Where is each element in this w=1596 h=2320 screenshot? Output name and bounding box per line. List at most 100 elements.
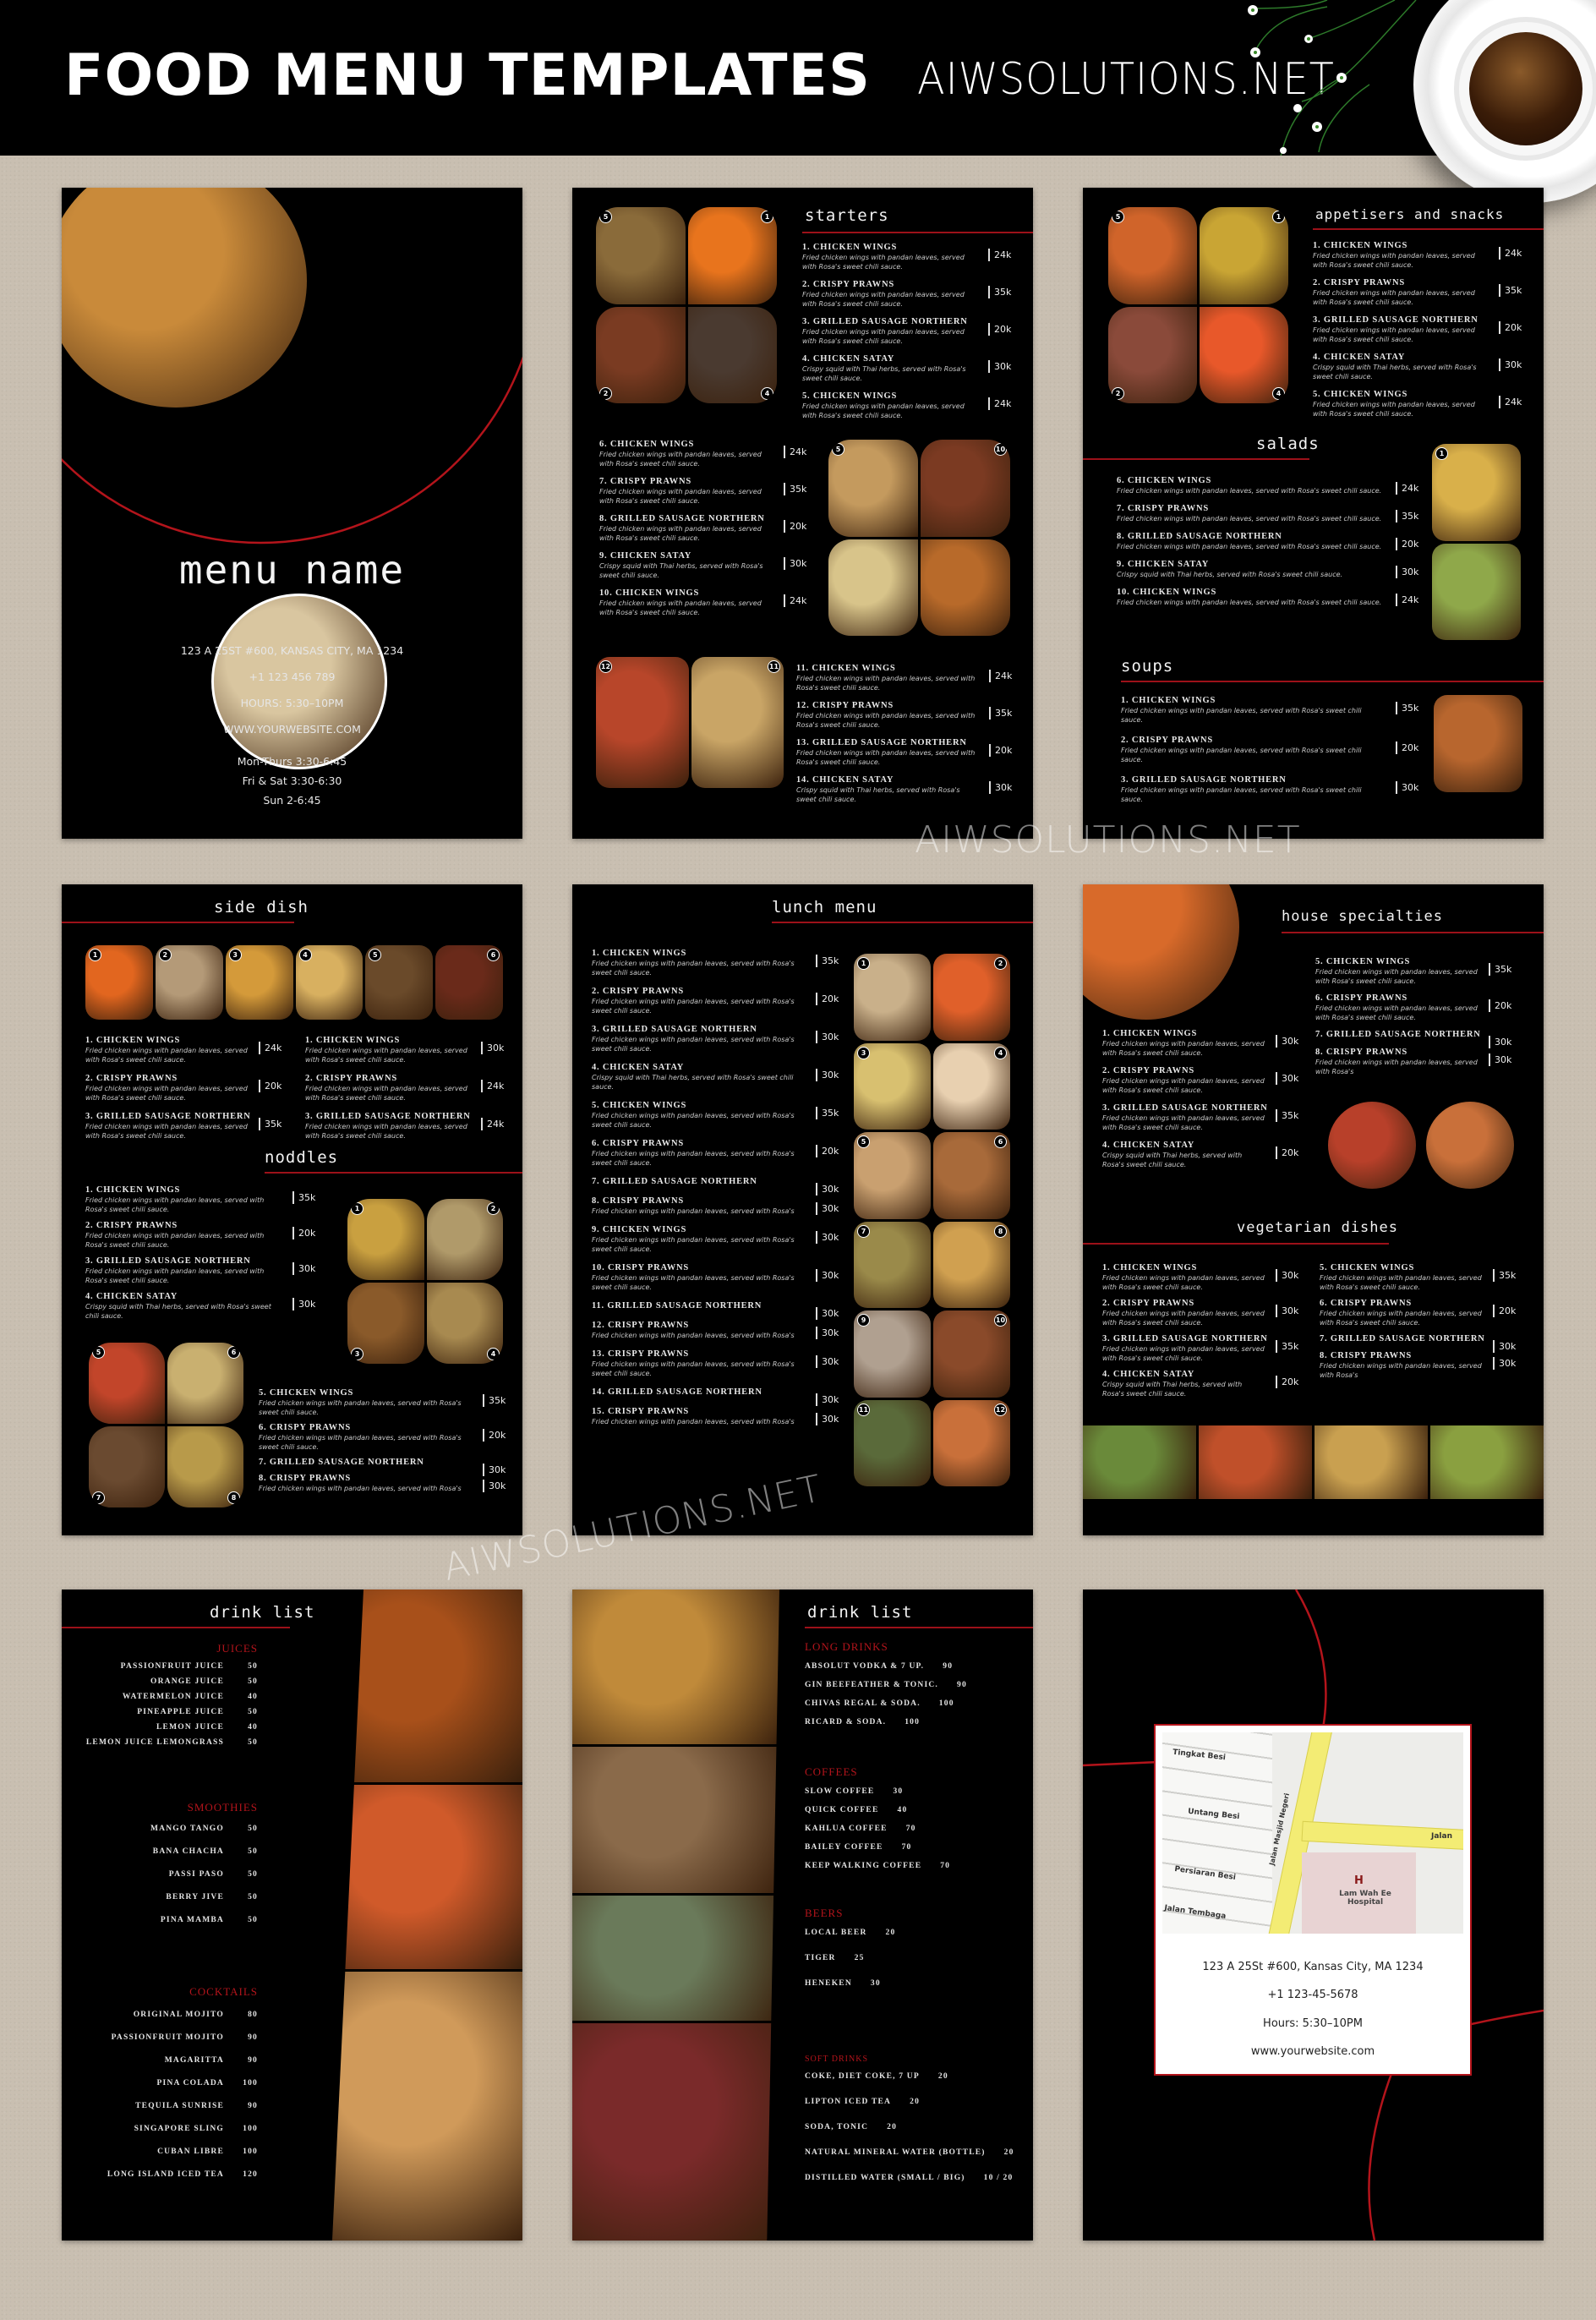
section-heading-house: house specialties bbox=[1282, 908, 1443, 925]
appetisers-page: 5 1 2 4 appetisers and snacks 1. CHICKEN WI… bbox=[1083, 188, 1544, 839]
drink-item: PASSI PASO 50 bbox=[150, 1870, 258, 1893]
drink-section-beers: BEERS LOCAL BEER 20 TIGER 25 HENEKEN 30 bbox=[805, 1907, 895, 2005]
drink-item: WATERMELON JUICE 40 bbox=[86, 1693, 258, 1708]
item-description: Fried chicken wings with pandan leaves, … bbox=[85, 1085, 248, 1102]
menu-item: 6. CRISPY PRAWNS Fried chicken wings with… bbox=[1315, 993, 1522, 1022]
location-map[interactable]: Tingkat Besi Untang Besi Persiaran Besi … bbox=[1162, 1732, 1463, 1934]
drink-item: TIGER 25 bbox=[805, 1954, 895, 1979]
drink-section-soft-drinks: SOFT DRINKS COKE, DIET COKE, 7 UP 20 LIPTO… bbox=[805, 2055, 1014, 2199]
drink-price: 90 bbox=[248, 2033, 258, 2042]
item-description: Fried chicken wings with pandan leaves, … bbox=[1121, 747, 1362, 763]
drink-item: COKE, DIET COKE, 7 UP 20 bbox=[805, 2072, 1014, 2098]
house-specialties-page: house specialties 5. CHICKEN WINGS Fried … bbox=[1083, 884, 1544, 1535]
contact-card: Tingkat Besi Untang Besi Persiaran Besi … bbox=[1154, 1724, 1472, 2076]
drink-name: COKE, DIET COKE, 7 UP bbox=[805, 2072, 920, 2081]
drink-item: PASSIONFRUIT JUICE 50 bbox=[86, 1662, 258, 1677]
heading-divider bbox=[1121, 681, 1544, 682]
food-photo: 3 bbox=[225, 945, 293, 1020]
item-name: 1. CHICKEN WINGS bbox=[592, 949, 687, 958]
menu-item: 5. CHICKEN WINGS Fried chicken wings with… bbox=[592, 1100, 850, 1130]
item-name: 5. CHICKEN WINGS bbox=[259, 1388, 354, 1398]
item-price: 20k bbox=[1489, 999, 1517, 1012]
drink-name: CHIVAS REGAL & SODA. bbox=[805, 1699, 921, 1708]
item-name: 1. CHICKEN WINGS bbox=[1313, 241, 1408, 250]
menu-item: 7. CRISPY PRAWNS Fried chicken wings with… bbox=[1117, 503, 1429, 523]
drink-item: DISTILLED WATER (SMALL / BIG) 10 / 20 bbox=[805, 2174, 1014, 2199]
drink-name: SODA, TONIC bbox=[805, 2123, 869, 2131]
food-photo bbox=[1199, 1425, 1312, 1499]
photo-number-badge: 12 bbox=[599, 660, 612, 673]
heading-divider bbox=[1313, 228, 1544, 230]
item-description: Fried chicken wings with pandan leaves, … bbox=[305, 1085, 467, 1102]
item-description: Fried chicken wings with pandan leaves, … bbox=[1117, 599, 1382, 606]
flower-branch-icon bbox=[1248, 0, 1417, 156]
item-name: 14. GRILLED SAUSAGE NORTHERN bbox=[592, 1387, 762, 1397]
food-photo bbox=[572, 1590, 779, 1744]
drink-price: 40 bbox=[248, 1723, 258, 1732]
item-description: Fried chicken wings with pandan leaves, … bbox=[1121, 707, 1362, 724]
item-description: Fried chicken wings with pandan leaves, … bbox=[802, 402, 965, 419]
photo-number-badge: 6 bbox=[487, 949, 500, 961]
drink-item: MANGO TANGO 50 bbox=[150, 1825, 258, 1847]
menu-item: 5. CHICKEN WINGS Fried chicken wings with… bbox=[1320, 1262, 1527, 1292]
food-photo: 11 bbox=[691, 657, 784, 788]
photo-number-badge: 4 bbox=[994, 1046, 1007, 1059]
drink-price: 30 bbox=[870, 1979, 881, 1988]
photo-number-badge: 11 bbox=[857, 1403, 870, 1416]
item-name: 3. GRILLED SAUSAGE NORTHERN bbox=[1102, 1334, 1268, 1343]
item-price: 30k bbox=[1489, 1053, 1517, 1066]
item-price: 35k bbox=[1276, 1340, 1304, 1353]
food-photo: 10 bbox=[921, 440, 1010, 537]
item-price: 35k bbox=[1396, 510, 1424, 523]
photo-strip: 1 2 3 4 5 6 bbox=[85, 945, 503, 1020]
item-name: 5. CHICKEN WINGS bbox=[1320, 1263, 1415, 1272]
menu-item: 14. GRILLED SAUSAGE NORTHERN 30k bbox=[592, 1387, 850, 1406]
drink-name: TIGER bbox=[805, 1954, 836, 1962]
menu-item-list: 1. CHICKEN WINGS Fried chicken wings with… bbox=[1313, 240, 1533, 419]
drink-section-heading: LONG DRINKS bbox=[805, 1640, 888, 1653]
drink-name: MAGARITTA bbox=[164, 2056, 224, 2065]
photo-number-badge: 12 bbox=[994, 1403, 1007, 1416]
menu-item: 3. GRILLED SAUSAGE NORTHERN Fried chicken… bbox=[1313, 315, 1533, 344]
cover-schedule-line: Fri & Sat 3:30-6:30 bbox=[242, 774, 342, 787]
drink-price: 40 bbox=[248, 1693, 258, 1701]
item-description: Fried chicken wings with pandan leaves, … bbox=[592, 960, 795, 977]
food-photo: 6 bbox=[933, 1132, 1010, 1219]
photo-number-badge: 8 bbox=[227, 1491, 240, 1504]
photo-strip bbox=[1083, 1425, 1544, 1499]
menu-item: 4. CHICKEN SATAY Crispy squid with Thai h… bbox=[85, 1291, 326, 1321]
item-name: 12. CRISPY PRAWNS bbox=[796, 701, 894, 710]
item-description: Fried chicken wings with pandan leaves, … bbox=[1320, 1274, 1482, 1291]
item-description: Fried chicken wings with pandan leaves, … bbox=[1313, 401, 1475, 418]
item-description: Fried chicken wings with pandan leaves, … bbox=[1102, 1274, 1265, 1291]
drink-item: KEEP WALKING COFFEE 70 bbox=[805, 1862, 950, 1880]
food-photo: 7 bbox=[89, 1426, 165, 1507]
menu-item: 2. CRISPY PRAWNS Fried chicken wings with… bbox=[1102, 1298, 1309, 1327]
item-price: 35k bbox=[1396, 702, 1424, 714]
menu-cover-page: Menu name 123 A 25ST #600, KANSAS CITY, … bbox=[62, 188, 522, 839]
drink-price: 50 bbox=[248, 1662, 258, 1671]
photo-number-badge: 5 bbox=[92, 1346, 105, 1359]
item-price: 20k bbox=[483, 1429, 511, 1442]
item-price: 30k bbox=[481, 1042, 510, 1054]
menu-item: 5. CHICKEN WINGS Fried chicken wings with… bbox=[1315, 956, 1522, 986]
item-name: 11. CHICKEN WINGS bbox=[796, 664, 896, 673]
item-name: 3. GRILLED SAUSAGE NORTHERN bbox=[305, 1112, 471, 1121]
item-description: Fried chicken wings with pandan leaves, … bbox=[1320, 1362, 1482, 1379]
item-name: 11. GRILLED SAUSAGE NORTHERN bbox=[592, 1301, 762, 1310]
menu-item: 4. CHICKEN SATAY Crispy squid with Thai h… bbox=[1102, 1369, 1309, 1398]
food-photo: 5 bbox=[596, 207, 686, 304]
drink-price: 20 bbox=[910, 2098, 921, 2106]
item-description: Fried chicken wings with pandan leaves, … bbox=[802, 254, 965, 271]
photo-number-badge: 4 bbox=[1272, 387, 1285, 400]
map-label: Lam Wah Ee Hospital bbox=[1339, 1890, 1391, 1907]
drink-price: 20 bbox=[937, 2072, 948, 2081]
food-photo bbox=[1432, 543, 1521, 640]
item-name: 3. GRILLED SAUSAGE NORTHERN bbox=[1313, 315, 1478, 325]
item-price: 30k bbox=[1276, 1072, 1304, 1085]
item-name: 4. CHICKEN SATAY bbox=[1102, 1141, 1195, 1150]
hospital-icon: H bbox=[1354, 1874, 1364, 1887]
drink-item: BANA CHACHA 50 bbox=[150, 1847, 258, 1870]
heading-divider bbox=[1083, 1243, 1389, 1245]
menu-item: 7. GRILLED SAUSAGE NORTHERN 30k bbox=[1320, 1333, 1527, 1353]
